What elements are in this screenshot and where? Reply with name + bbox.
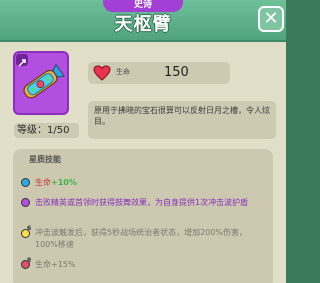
unlock-level: 6: [27, 225, 32, 232]
arm-armor-icon: [23, 63, 65, 99]
item-icon-frame: [13, 51, 69, 115]
header: 史诗 天枢臂 ✕: [0, 0, 286, 42]
close-icon: ✕: [263, 8, 279, 29]
skill-dot-icon: [21, 198, 30, 207]
stat-value: 150: [164, 65, 189, 80]
skill-value: +10%: [51, 178, 77, 187]
item-detail-panel: 史诗 天枢臂 ✕ 等级：1/50 生命 150 原用于拂晓的宝石很算可以反射日月…: [0, 0, 286, 283]
stat-bar: 生命 150: [88, 62, 230, 84]
skills-title: 星质技能: [29, 155, 61, 164]
skills-panel: 星质技能 生命 +10% 击败精英或首领时获得鼓舞效果，为自身提供1次冲击波护盾…: [13, 149, 273, 283]
skill-text: 生命: [35, 178, 51, 187]
skill-dot-icon: [21, 178, 30, 187]
item-description: 原用于拂晓的宝石很算可以反射日月之槽，令人炫目。: [88, 101, 276, 139]
unlock-level: 8: [27, 257, 32, 264]
item-title: 天枢臂: [114, 14, 172, 35]
skill-text: 击败精英或首领时获得鼓舞效果，为自身提供1次冲击波护盾: [35, 198, 249, 207]
close-button[interactable]: ✕: [258, 6, 284, 32]
level-display: 等级：1/50: [14, 123, 79, 138]
skill-text: 冲击波触发后，获得5秒战场统治者状态，增加200%伤害，100%移速: [35, 228, 247, 249]
stat-label: 生命: [116, 68, 130, 76]
skill-text: 生命+15%: [35, 260, 76, 269]
heart-icon: [93, 65, 111, 81]
